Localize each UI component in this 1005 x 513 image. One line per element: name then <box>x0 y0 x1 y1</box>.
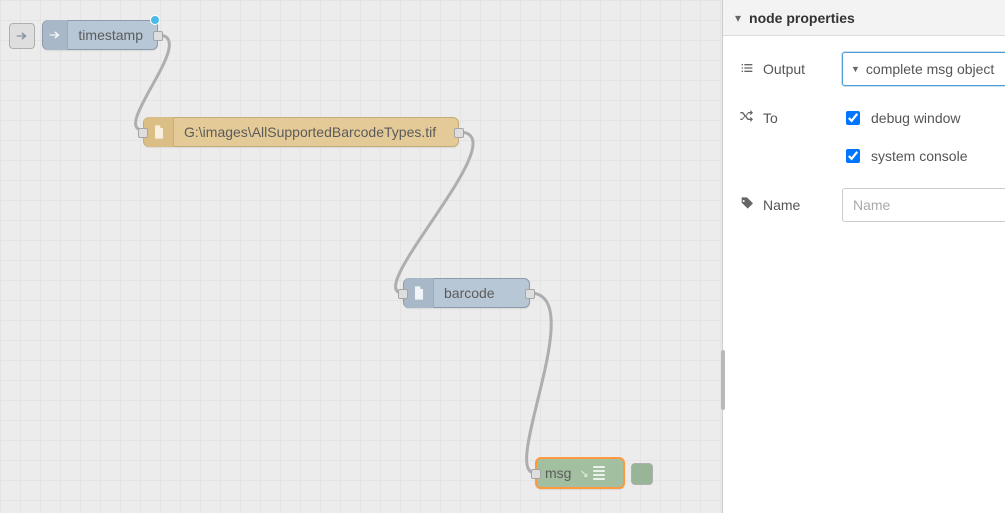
row-to: To debug window system console <box>739 108 1005 166</box>
debug-lines-icon <box>593 458 609 488</box>
shuffle-icon <box>739 108 755 127</box>
to-label: To <box>763 110 778 126</box>
file-icon <box>404 278 434 308</box>
input-port[interactable] <box>398 289 408 299</box>
system-console-checkbox[interactable] <box>846 149 860 163</box>
file-icon <box>144 117 174 147</box>
input-port[interactable] <box>531 469 541 479</box>
system-console-label: system console <box>871 148 967 164</box>
checkbox-debug-window[interactable]: debug window <box>842 108 967 128</box>
debug-window-label: debug window <box>871 110 961 126</box>
debug-toggle-button[interactable] <box>631 463 653 485</box>
node-barcode[interactable]: barcode <box>403 278 530 308</box>
flow-canvas[interactable]: timestamp G:\images\AllSupportedBarcodeT… <box>0 0 723 513</box>
output-port[interactable] <box>153 31 163 41</box>
inject-icon <box>43 20 68 50</box>
panel-header[interactable]: ▾ node properties <box>723 0 1005 36</box>
node-label: msg <box>537 465 579 481</box>
name-label: Name <box>763 197 800 213</box>
properties-panel: ▾ node properties Output ▼ complete msg … <box>723 0 1005 513</box>
caret-down-icon: ▼ <box>851 64 860 74</box>
input-port[interactable] <box>138 128 148 138</box>
chevron-down-icon: ▾ <box>735 11 741 25</box>
node-file-path[interactable]: G:\images\AllSupportedBarcodeTypes.tif <box>143 117 459 147</box>
arrow-right-icon <box>14 28 30 44</box>
node-label: barcode <box>434 285 509 301</box>
list-icon <box>739 60 755 79</box>
output-select-value: complete msg object <box>866 61 994 77</box>
panel-title: node properties <box>749 10 855 26</box>
row-name: Name <box>739 188 1005 222</box>
wires-layer <box>0 0 722 513</box>
canvas-overlay <box>0 0 722 513</box>
inject-trigger-button[interactable] <box>9 23 35 49</box>
arrow-down-right-icon: ↘ <box>579 467 588 480</box>
row-output: Output ▼ complete msg object <box>739 52 1005 86</box>
node-label: timestamp <box>68 27 157 43</box>
node-inject-timestamp[interactable]: timestamp <box>42 20 158 50</box>
node-label: G:\images\AllSupportedBarcodeTypes.tif <box>174 124 450 140</box>
name-input[interactable] <box>842 188 1005 222</box>
tag-icon <box>739 196 755 215</box>
output-port[interactable] <box>454 128 464 138</box>
changed-indicator-icon <box>150 15 160 25</box>
checkbox-system-console[interactable]: system console <box>842 146 967 166</box>
node-debug-msg[interactable]: msg ↘ <box>535 457 625 489</box>
debug-window-checkbox[interactable] <box>846 111 860 125</box>
output-select[interactable]: ▼ complete msg object <box>842 52 1005 86</box>
output-label: Output <box>763 61 805 77</box>
panel-scrollbar[interactable] <box>721 350 725 410</box>
output-port[interactable] <box>525 289 535 299</box>
